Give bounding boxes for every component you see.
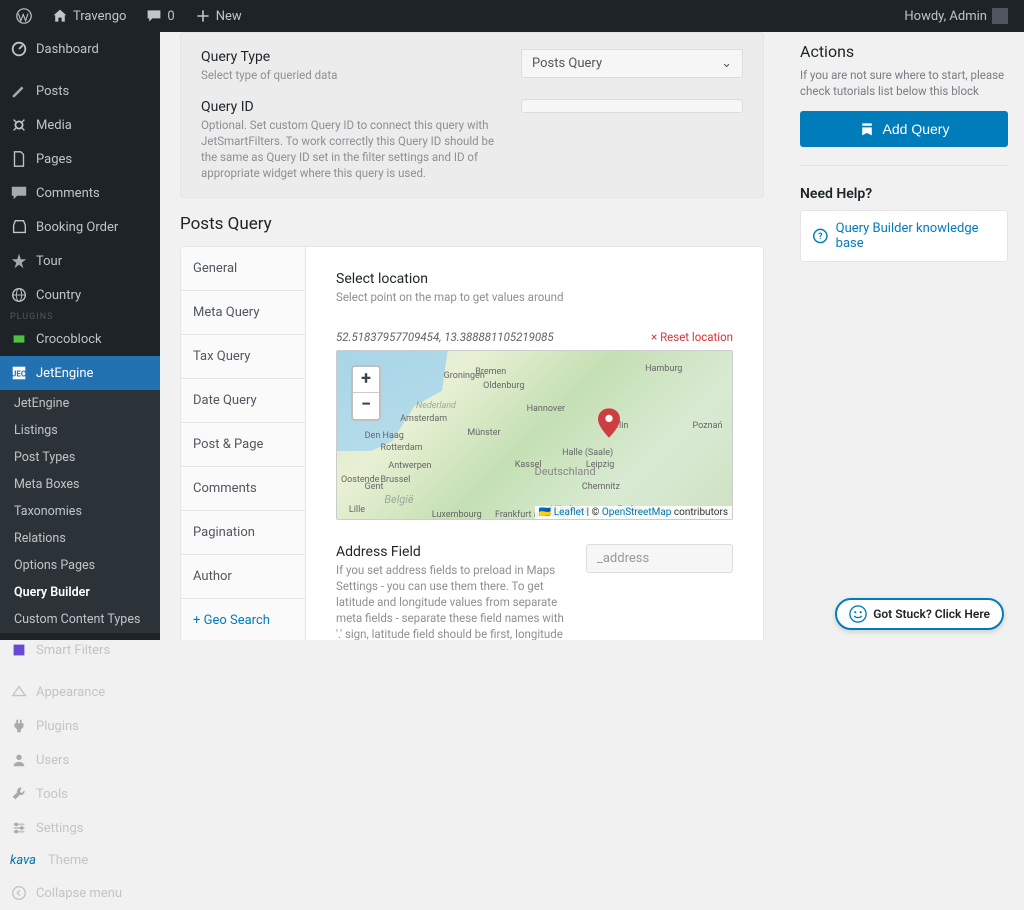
zoom-in[interactable]: + — [353, 367, 379, 393]
nav-country[interactable]: Country — [0, 278, 160, 312]
query-type-label: Query Type — [201, 49, 501, 65]
nav-media[interactable]: Media — [0, 108, 160, 142]
query-id-desc: Optional. Set custom Query ID to connect… — [201, 117, 501, 181]
chevron-down-icon: ⌄ — [721, 56, 732, 71]
location-label: Select location — [336, 271, 733, 287]
nav-appearance[interactable]: Appearance — [0, 675, 160, 709]
kb-box[interactable]: ? Query Builder knowledge base — [800, 210, 1008, 262]
sub-meta-boxes[interactable]: Meta Boxes — [0, 471, 160, 498]
nav-smart-filters[interactable]: Smart Filters — [0, 633, 160, 667]
query-top-settings: Query Type Select type of queried data P… — [180, 32, 764, 198]
location-desc: Select point on the map to get values ar… — [336, 289, 733, 305]
osm-link[interactable]: OpenStreetMap — [602, 507, 672, 518]
reset-location[interactable]: × Reset location — [651, 330, 733, 344]
query-id-label: Query ID — [201, 99, 501, 115]
nav-crocoblock[interactable]: Crocoblock — [0, 322, 160, 356]
wp-logo[interactable] — [8, 0, 40, 32]
right-sidebar: Actions If you are not sure where to sta… — [784, 32, 1024, 640]
nav-plugins[interactable]: Plugins — [0, 709, 160, 743]
coordinates-text: 52.51837957709454, 13.388881105219085 — [336, 330, 554, 344]
new-content[interactable]: New — [187, 0, 250, 32]
address-label: Address Field — [336, 544, 566, 560]
sub-post-types[interactable]: Post Types — [0, 444, 160, 471]
tab-pagination[interactable]: Pagination — [181, 511, 305, 555]
leaflet-link[interactable]: Leaflet — [554, 507, 584, 518]
tab-date-query[interactable]: Date Query — [181, 379, 305, 423]
zoom-out[interactable]: − — [353, 393, 379, 419]
actions-desc: If you are not sure where to start, plea… — [800, 67, 1008, 99]
sub-query-builder[interactable]: Query Builder — [0, 579, 160, 606]
address-input[interactable]: _address — [586, 544, 733, 573]
sub-taxonomies[interactable]: Taxonomies — [0, 498, 160, 525]
svg-text:?: ? — [818, 232, 823, 242]
section-title: Posts Query — [180, 214, 764, 234]
nav-tools[interactable]: Tools — [0, 777, 160, 811]
map-zoom: + − — [351, 365, 381, 421]
nav-collapse[interactable]: Collapse menu — [0, 876, 160, 910]
tab-tax-query[interactable]: Tax Query — [181, 335, 305, 379]
add-query-button[interactable]: Add Query — [800, 111, 1008, 147]
map-pin-icon — [598, 408, 620, 442]
tab-meta-query[interactable]: Meta Query — [181, 291, 305, 335]
tab-comments[interactable]: Comments — [181, 467, 305, 511]
help-bubble[interactable]: Got Stuck? Click Here — [835, 598, 1004, 630]
nav-tour[interactable]: Tour — [0, 244, 160, 278]
tab-geo-search[interactable]: + Geo Search — [181, 599, 305, 640]
nav-settings[interactable]: Settings — [0, 811, 160, 845]
plugins-tag: Plugins — [0, 312, 160, 322]
tab-general[interactable]: General — [181, 247, 305, 291]
need-help-title: Need Help? — [800, 186, 1008, 202]
main-content: Query Type Select type of queried data P… — [160, 32, 784, 640]
map-attribution: 🇺🇦 Leaflet | © OpenStreetMap contributor… — [535, 506, 732, 519]
smiley-icon — [849, 605, 867, 623]
sub-options[interactable]: Options Pages — [0, 552, 160, 579]
tab-post-page[interactable]: Post & Page — [181, 423, 305, 467]
sub-jetengine[interactable]: JetEngine — [0, 390, 160, 417]
map-container[interactable]: Hamburg Berlin Leipzig Frankfurt am Main… — [336, 350, 733, 520]
kb-link[interactable]: Query Builder knowledge base — [836, 221, 995, 251]
nav-jetengine[interactable]: JECJetEngine — [0, 356, 160, 390]
sub-relations[interactable]: Relations — [0, 525, 160, 552]
nav-pages[interactable]: Pages — [0, 142, 160, 176]
actions-title: Actions — [800, 42, 1008, 61]
question-icon: ? — [813, 228, 828, 244]
jetengine-submenu: JetEngine Listings Post Types Meta Boxes… — [0, 390, 160, 633]
nav-comments[interactable]: Comments — [0, 176, 160, 210]
avatar — [992, 8, 1008, 24]
admin-sidebar: Dashboard Posts Media Pages Comments Boo… — [0, 32, 160, 640]
query-id-input[interactable] — [521, 99, 743, 113]
nav-users[interactable]: Users — [0, 743, 160, 777]
query-type-desc: Select type of queried data — [201, 67, 501, 83]
comments-count[interactable]: 0 — [138, 0, 182, 32]
query-type-select[interactable]: Posts Query⌄ — [521, 49, 743, 78]
nav-posts[interactable]: Posts — [0, 74, 160, 108]
nav-booking[interactable]: Booking Order — [0, 210, 160, 244]
sub-listings[interactable]: Listings — [0, 417, 160, 444]
admin-topbar: Travengo 0 New Howdy, Admin — [0, 0, 1024, 32]
sub-custom-content[interactable]: Custom Content Types — [0, 606, 160, 633]
svg-text:JEC: JEC — [12, 369, 27, 379]
panel-tabs: General Meta Query Tax Query Date Query … — [181, 247, 306, 640]
howdy-user[interactable]: Howdy, Admin — [896, 0, 1016, 32]
address-desc: If you set address fields to preload in … — [336, 562, 566, 640]
panel-body: Select location Select point on the map … — [306, 247, 763, 640]
tab-author[interactable]: Author — [181, 555, 305, 599]
nav-dashboard[interactable]: Dashboard — [0, 32, 160, 66]
site-home[interactable]: Travengo — [44, 0, 134, 32]
nav-theme[interactable]: kavaTheme — [0, 845, 160, 876]
